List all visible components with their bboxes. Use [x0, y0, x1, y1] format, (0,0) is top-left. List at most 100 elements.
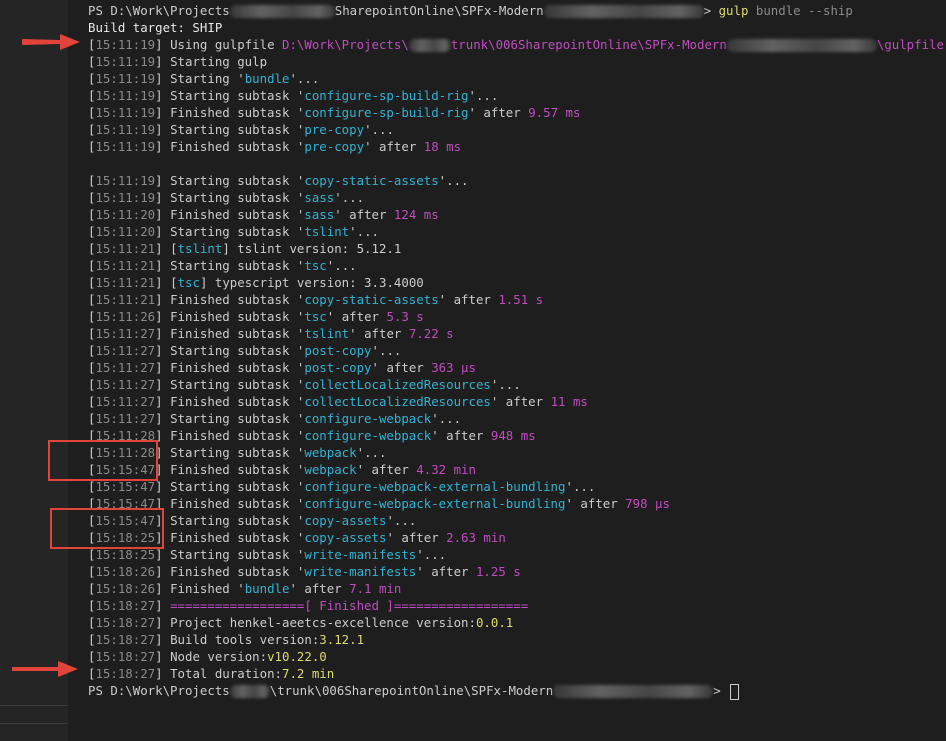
- task-name: webpack: [304, 445, 357, 460]
- log-suffix: ...: [296, 71, 320, 86]
- task-duration: 124 ms: [393, 207, 439, 222]
- redacted-path: [553, 685, 714, 698]
- log-message: Finished subtask: [170, 564, 297, 579]
- terminal-output[interactable]: PS D:\Work\Projects SharepointOnline\SPFx…: [88, 2, 946, 700]
- log-message: Starting subtask: [170, 377, 297, 392]
- log-line: [15:18:26] Finished 'bundle' after 7.1 m…: [88, 581, 402, 596]
- project-version-line: [15:18:27] Project henkel-aeetcs-excelle…: [88, 615, 514, 630]
- task-name: configure-webpack: [304, 428, 432, 443]
- log-line: [15:15:47] Starting subtask 'copy-assets…: [88, 513, 417, 528]
- task-duration: 798 µs: [625, 496, 670, 511]
- log-suffix: after: [371, 139, 424, 154]
- timestamp: 15:11:27: [95, 394, 156, 409]
- timestamp: 15:11:21: [95, 258, 156, 273]
- log-suffix: after: [296, 581, 350, 596]
- timestamp: 15:11:21: [95, 275, 156, 290]
- prompt-line[interactable]: PS D:\Work\Projects \trunk\006SharepointO…: [88, 682, 946, 700]
- log-message: Finished subtask: [170, 462, 297, 477]
- task-duration: 1.25 s: [475, 564, 521, 579]
- log-line: [15:18:25] Finished subtask 'copy-assets…: [88, 530, 506, 545]
- task-name: pre-copy: [304, 122, 365, 137]
- task-duration: 1.51 s: [498, 292, 544, 307]
- node-version-line: [15:18:27] Node version:v10.22.0: [88, 649, 327, 664]
- log-message: Finished subtask: [170, 139, 297, 154]
- gulpfile-line: [15:11:19] Using gulpfile D:\Work\Projec…: [88, 37, 946, 52]
- log-line: [15:11:19] Starting subtask 'copy-static…: [88, 173, 469, 188]
- log-message: Finished subtask: [170, 292, 297, 307]
- task-name: copy-assets: [304, 513, 387, 528]
- log-message: Finished subtask: [170, 326, 297, 341]
- log-suffix: after: [356, 326, 409, 341]
- log-message: Finished: [170, 581, 238, 596]
- left-gutter: [0, 0, 68, 741]
- log-message: Finished subtask: [170, 207, 297, 222]
- timestamp: 15:18:26: [95, 581, 156, 596]
- timestamp: 15:11:19: [95, 190, 156, 205]
- task-name: bundle: [244, 71, 290, 86]
- task-duration: 7.1 min: [349, 581, 402, 596]
- log-suffix: after: [446, 292, 499, 307]
- log-suffix: after: [378, 360, 432, 375]
- task-duration: 11 ms: [550, 394, 588, 409]
- log-message: Starting subtask: [170, 122, 297, 137]
- log-message: Starting subtask: [170, 547, 297, 562]
- task-name: copy-static-assets: [304, 292, 439, 307]
- total-duration-line: [15:18:27] Total duration:7.2 min: [88, 666, 335, 681]
- task-duration: 2.63 min: [446, 530, 506, 545]
- task-name: copy-static-assets: [304, 173, 439, 188]
- timestamp: 15:11:19: [95, 173, 156, 188]
- log-suffix: after: [423, 564, 476, 579]
- log-suffix: after: [475, 105, 529, 120]
- log-message: Starting subtask: [170, 445, 297, 460]
- log-suffix: after: [341, 207, 394, 222]
- log-message: tslint version: 5.12.1: [229, 241, 402, 256]
- log-line: [15:11:21] Finished subtask 'copy-static…: [88, 292, 544, 307]
- red-arrow-icon: [12, 661, 78, 677]
- timestamp: 15:11:27: [95, 360, 156, 375]
- log-suffix: ...: [475, 88, 499, 103]
- log-message: Finished subtask: [170, 360, 297, 375]
- task-name: write-manifests: [304, 547, 417, 562]
- log-line: [15:11:27] Finished subtask 'collectLoca…: [88, 394, 588, 409]
- timestamp: 15:11:21: [95, 241, 156, 256]
- log-line: [15:11:19] Finished subtask 'pre-copy' a…: [88, 139, 462, 154]
- text-cursor: [730, 683, 740, 700]
- log-line: [15:11:19] Starting 'bundle'...: [88, 71, 320, 86]
- timestamp: 15:11:27: [95, 411, 156, 426]
- log-message: Starting subtask: [170, 173, 297, 188]
- log-message: Finished subtask: [170, 496, 297, 511]
- task-name: sass: [304, 190, 335, 205]
- task-name: tsc: [304, 258, 327, 273]
- log-suffix: after: [334, 309, 387, 324]
- log-message: Starting: [170, 71, 238, 86]
- log-suffix: after: [393, 530, 447, 545]
- timestamp: 15:18:26: [95, 564, 156, 579]
- highlight-box-webpack: [48, 440, 158, 481]
- timestamp: 15:11:19: [95, 122, 156, 137]
- task-duration: 4.32 min: [416, 462, 476, 477]
- command-name: gulp: [718, 3, 749, 18]
- log-line: [15:11:27] Starting subtask 'collectLoca…: [88, 377, 521, 392]
- log-block-start: [15:11:19] Starting gulp [15:11:19] Start…: [88, 53, 946, 155]
- log-suffix: ...: [446, 173, 469, 188]
- log-suffix: after: [572, 496, 626, 511]
- task-duration: 363 µs: [431, 360, 476, 375]
- log-line: [15:11:19] Starting subtask 'sass'...: [88, 190, 365, 205]
- log-line: [15:11:28] Finished subtask 'configure-w…: [88, 428, 536, 443]
- task-name: tsc: [304, 309, 327, 324]
- log-line: [15:11:20] Finished subtask 'sass' after…: [88, 207, 439, 222]
- log-block-build: [15:11:19] Starting subtask 'copy-static…: [88, 172, 946, 597]
- redacted-path: [229, 685, 270, 698]
- task-name: post-copy: [304, 343, 372, 358]
- log-suffix: ...: [438, 411, 462, 426]
- task-name: configure-webpack-external-bundling: [304, 496, 566, 511]
- log-line: [15:11:28] Starting subtask 'webpack'...: [88, 445, 387, 460]
- log-line: [15:11:19] Starting subtask 'configure-s…: [88, 88, 499, 103]
- task-name: configure-sp-build-rig: [304, 88, 469, 103]
- redacted-path: [408, 39, 451, 52]
- log-suffix: ...: [364, 445, 387, 460]
- task-name: configure-sp-build-rig: [304, 105, 469, 120]
- timestamp: 15:11:20: [95, 207, 156, 222]
- task-name: collectLocalizedResources: [304, 394, 491, 409]
- redacted-path: [229, 5, 335, 18]
